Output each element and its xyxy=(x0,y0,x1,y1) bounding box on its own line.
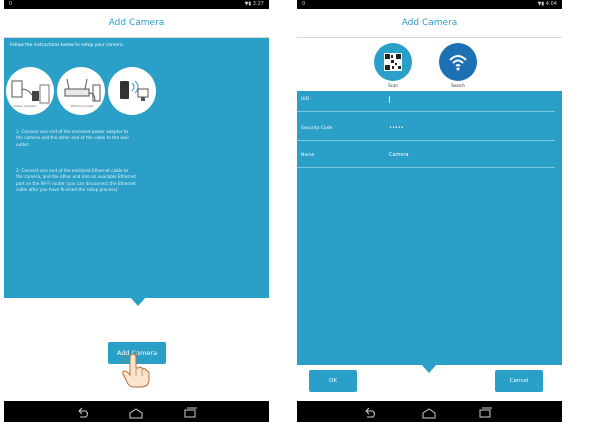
panel-pointer xyxy=(421,364,437,373)
security-code-input[interactable]: ••••• xyxy=(389,125,404,131)
tap-hand-icon xyxy=(118,352,152,388)
instructions-panel: Follow the instructions below to setup y… xyxy=(4,38,269,298)
name-row[interactable]: Name Camera xyxy=(297,149,562,169)
right-phone-screen: 0 ▼▮ 4:04 Add Camera Scan Search UID Sec… xyxy=(297,0,562,422)
field-divider xyxy=(297,140,555,141)
power-plug-icon: Power Adapter xyxy=(6,67,54,115)
status-left: 0 xyxy=(9,1,13,7)
cancel-button[interactable]: Cancel xyxy=(495,370,543,392)
back-icon[interactable] xyxy=(361,405,377,418)
svg-text:Power Adapter: Power Adapter xyxy=(14,104,37,108)
uid-row[interactable]: UID xyxy=(297,93,562,113)
title-bar: Add Camera xyxy=(4,9,269,38)
search-lan-button[interactable] xyxy=(439,43,477,81)
back-icon[interactable] xyxy=(74,405,90,418)
navigation-bar xyxy=(4,401,269,422)
search-label: Search xyxy=(451,83,465,88)
scan-label: Scan xyxy=(388,83,398,88)
recent-apps-icon[interactable] xyxy=(477,405,493,418)
recent-apps-icon[interactable] xyxy=(182,405,198,418)
home-icon[interactable] xyxy=(128,405,144,419)
instructions-heading: Follow the instructions below to setup y… xyxy=(10,43,124,48)
status-bar: 0 ▼▮ 3:27 xyxy=(4,0,269,9)
home-icon[interactable] xyxy=(421,405,437,419)
wifi-phone-icon xyxy=(108,67,156,115)
ok-button[interactable]: OK xyxy=(309,370,357,392)
security-code-label: Security Code xyxy=(301,126,333,131)
qr-code-icon xyxy=(384,53,402,71)
name-label: Name xyxy=(301,153,315,158)
uid-label: UID xyxy=(301,97,310,102)
svg-text:Ethernet Cable: Ethernet Cable xyxy=(71,104,94,108)
status-right: ▼▮ 3:27 xyxy=(244,1,264,7)
left-phone-screen: 0 ▼▮ 3:27 Add Camera Follow the instruct… xyxy=(4,0,269,422)
instruction-step-1: 1. Connect one end of the enclosed power… xyxy=(16,129,129,147)
page-title: Add Camera xyxy=(401,18,458,28)
field-divider xyxy=(297,111,555,112)
page-title: Add Camera xyxy=(108,18,165,28)
security-code-row[interactable]: Security Code ••••• xyxy=(297,122,562,142)
router-icon: Ethernet Cable xyxy=(57,67,105,115)
scan-qr-button[interactable] xyxy=(374,43,412,81)
status-bar: 0 ▼▮ 4:04 xyxy=(297,0,562,9)
scan-search-row: Scan Search xyxy=(297,38,562,91)
name-input[interactable]: Camera xyxy=(389,152,409,158)
navigation-bar xyxy=(297,401,562,422)
status-right: ▼▮ 4:04 xyxy=(537,1,557,7)
instruction-step-2: 2. Connect one end of the enclosed Ether… xyxy=(16,168,136,193)
wifi-icon xyxy=(449,55,467,71)
text-cursor xyxy=(389,96,390,103)
title-bar: Add Camera xyxy=(297,9,562,38)
status-left: 0 xyxy=(302,1,306,7)
panel-pointer xyxy=(130,297,146,306)
field-divider xyxy=(297,167,555,168)
camera-form-panel: UID Security Code ••••• Name Camera xyxy=(297,91,562,365)
